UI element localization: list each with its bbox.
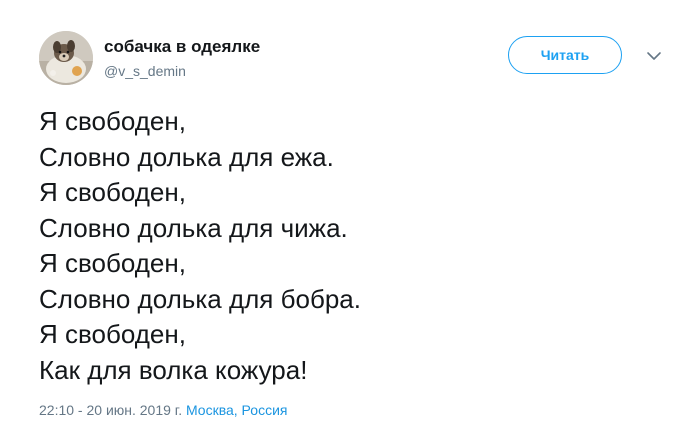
tweet-card: собачка в одеялке @v_s_demin Читать Я св… (0, 0, 700, 430)
avatar[interactable] (39, 31, 93, 85)
tweet-timestamp[interactable]: 22:10 - 20 июн. 2019 г. (39, 402, 182, 418)
tweet-meta: 22:10 - 20 июн. 2019 г. Москва, Россия (39, 402, 287, 418)
follow-button[interactable]: Читать (508, 36, 622, 74)
tweet-line: Словно долька для чижа. (39, 212, 348, 243)
chevron-down-icon[interactable] (645, 49, 663, 63)
tweet-line: Я свободен, (39, 106, 186, 136)
tweet-location[interactable]: Москва, Россия (186, 402, 288, 418)
tweet-line: Я свободен, (39, 319, 186, 349)
tweet-line: Как для волка кожура! (39, 354, 308, 385)
tweet-line: Я свободен, (39, 177, 186, 207)
tweet-line: Словно долька для ежа. (39, 141, 334, 172)
tweet-text: Я свободен, Словно долька для ежа. Я сво… (39, 104, 679, 388)
user-handle[interactable]: @v_s_demin (104, 63, 186, 79)
dog-avatar-icon (39, 31, 93, 85)
tweet-line: Я свободен, (39, 248, 186, 278)
user-display-name[interactable]: собачка в одеялке (104, 37, 260, 57)
tweet-line: Словно долька для бобра. (39, 283, 361, 314)
